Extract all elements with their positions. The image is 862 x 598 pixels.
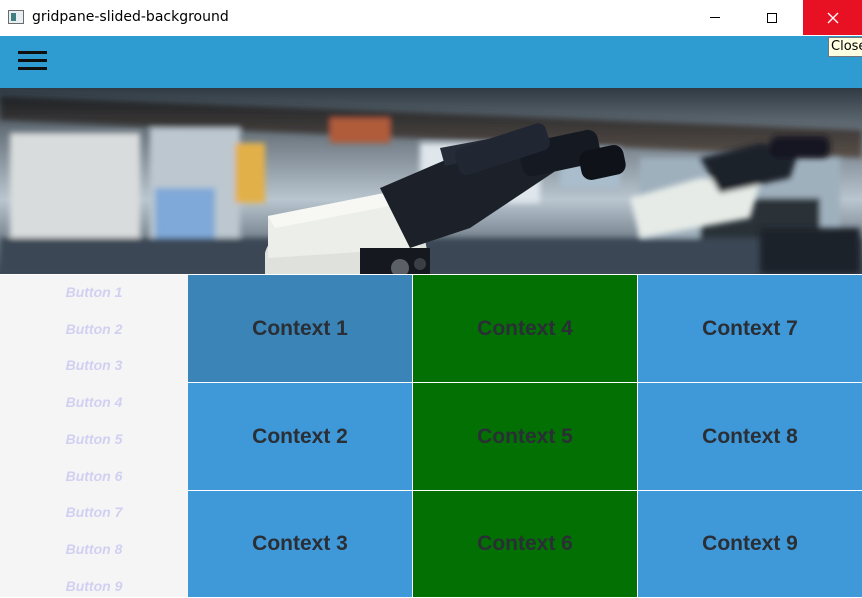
context-cell-2[interactable]: Context 2: [188, 383, 412, 490]
context-grid: Context 1 Context 2 Context 3 Context 4 …: [188, 275, 862, 597]
app-icon: [8, 10, 24, 24]
minimize-icon: [710, 17, 720, 18]
minimize-button[interactable]: [692, 0, 738, 35]
close-button[interactable]: [803, 0, 862, 35]
sidebar: Button 1 Button 2 Button 3 Button 4 Butt…: [0, 275, 188, 597]
context-cell-9[interactable]: Context 9: [638, 491, 862, 597]
sidebar-button-3[interactable]: Button 3: [0, 357, 188, 377]
app-bar: [0, 36, 862, 88]
sidebar-button-8[interactable]: Button 8: [0, 541, 188, 561]
sidebar-button-9[interactable]: Button 9: [0, 578, 188, 598]
window-titlebar: gridpane-slided-background: [0, 0, 862, 36]
maximize-icon: [767, 12, 777, 23]
maximize-button[interactable]: [749, 0, 795, 35]
sidebar-button-5[interactable]: Button 5: [0, 431, 188, 451]
sidebar-button-2[interactable]: Button 2: [0, 321, 188, 341]
sidebar-button-4[interactable]: Button 4: [0, 394, 188, 414]
microscope-lab-image: [0, 88, 862, 274]
close-tooltip: Close: [828, 37, 862, 57]
sidebar-button-6[interactable]: Button 6: [0, 468, 188, 488]
context-cell-5[interactable]: Context 5: [413, 383, 637, 490]
sidebar-button-7[interactable]: Button 7: [0, 504, 188, 524]
context-cell-8[interactable]: Context 8: [638, 383, 862, 490]
hero-banner-image: [0, 88, 862, 274]
window-title: gridpane-slided-background: [32, 9, 229, 25]
hamburger-icon[interactable]: [18, 51, 47, 71]
context-cell-3[interactable]: Context 3: [188, 491, 412, 597]
context-cell-1[interactable]: Context 1: [188, 275, 412, 382]
close-icon: [827, 12, 838, 23]
context-cell-7[interactable]: Context 7: [638, 275, 862, 382]
context-cell-4[interactable]: Context 4: [413, 275, 637, 382]
context-cell-6[interactable]: Context 6: [413, 491, 637, 597]
sidebar-button-1[interactable]: Button 1: [0, 284, 188, 304]
